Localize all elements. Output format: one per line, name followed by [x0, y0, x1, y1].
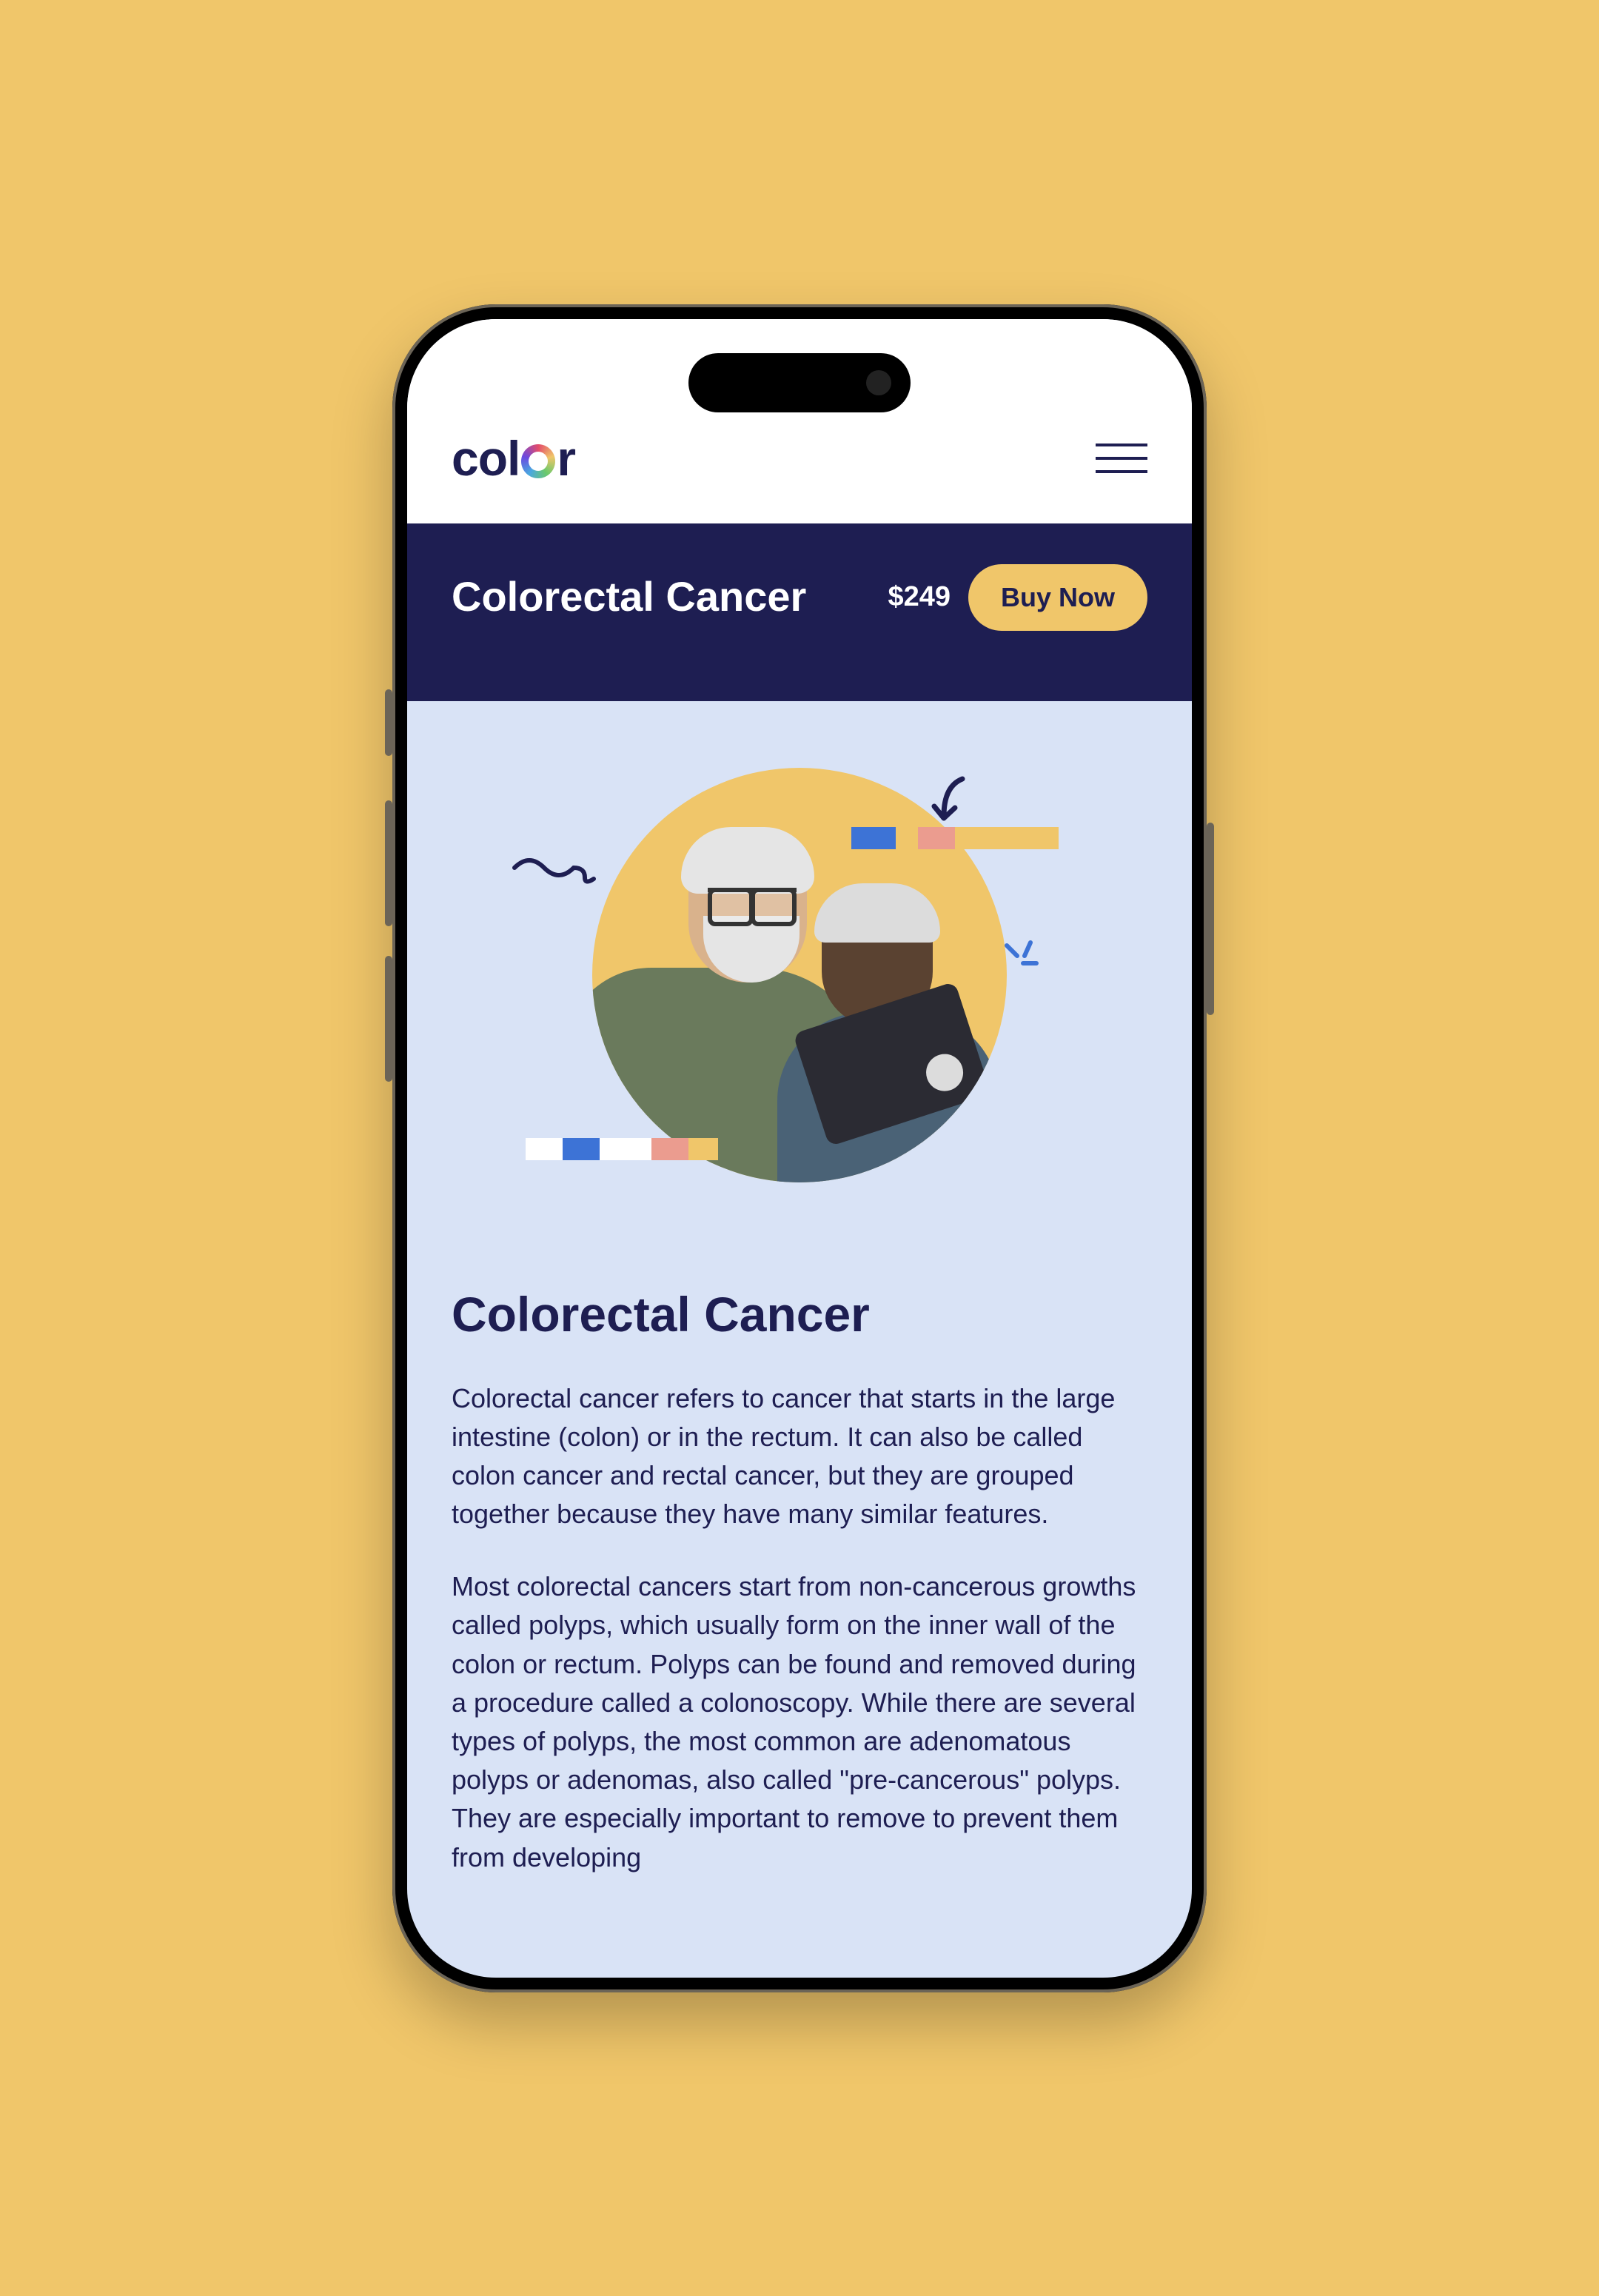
phone-screen: col r Colorectal Cancer $249 Buy Now — [407, 319, 1192, 1978]
color-strip-bottom — [526, 1138, 718, 1160]
hero-people — [592, 768, 1007, 1182]
color-wheel-icon — [521, 444, 555, 478]
menu-icon[interactable] — [1096, 444, 1147, 473]
brand-logo[interactable]: col r — [452, 430, 575, 486]
hero-circle — [592, 768, 1007, 1182]
phone-volume-down — [385, 956, 392, 1082]
phone-frame: col r Colorectal Cancer $249 Buy Now — [392, 304, 1207, 1992]
body-paragraph-2: Most colorectal cancers start from non-c… — [452, 1567, 1147, 1877]
phone-power-button — [1207, 823, 1214, 1015]
page-title: Colorectal Cancer — [452, 1286, 1147, 1342]
main-content: Colorectal Cancer Colorectal cancer refe… — [407, 701, 1192, 1877]
dynamic-island — [688, 353, 911, 412]
logo-text-prefix: col — [452, 430, 520, 486]
hero-illustration — [452, 768, 1147, 1227]
buy-now-button[interactable]: Buy Now — [968, 564, 1147, 631]
body-paragraph-1: Colorectal cancer refers to cancer that … — [452, 1379, 1147, 1534]
product-title: Colorectal Cancer — [452, 575, 806, 619]
phone-side-button — [385, 689, 392, 756]
phone-volume-up — [385, 800, 392, 926]
app-header: col r — [407, 319, 1192, 523]
logo-text-suffix: r — [557, 430, 575, 486]
price-label: $249 — [888, 581, 951, 613]
price-group: $249 Buy Now — [888, 564, 1147, 631]
product-bar: Colorectal Cancer $249 Buy Now — [407, 523, 1192, 701]
